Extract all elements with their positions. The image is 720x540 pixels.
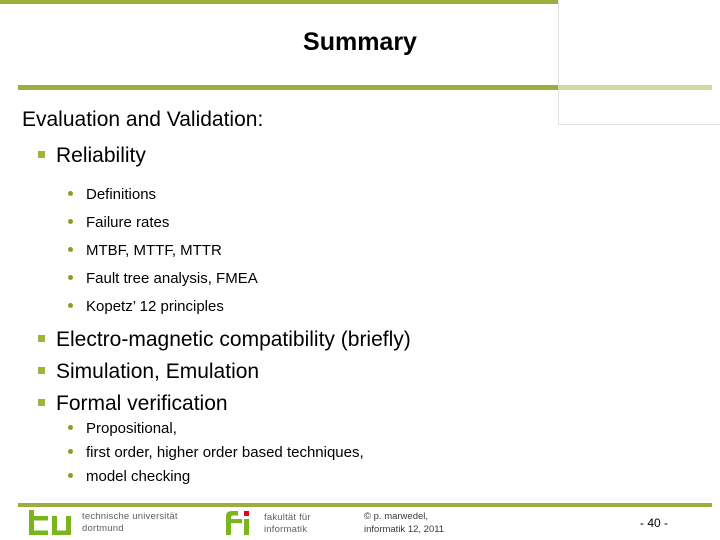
dot-bullet-icon (68, 274, 73, 280)
title-divider-light (558, 85, 712, 90)
square-bullet-icon (38, 366, 45, 374)
fi-logo-line2: informatik (264, 524, 308, 535)
bullet-level1: Formal verification (38, 392, 228, 416)
intro-line: Evaluation and Validation: (22, 108, 264, 131)
bullet-level2: Failure rates (68, 214, 169, 231)
title-divider (18, 85, 558, 90)
slide-body: Evaluation and Validation: Reliability D… (0, 108, 720, 488)
bullet-level1: Reliability (38, 144, 146, 168)
page-title: Summary (303, 28, 417, 56)
bullet-level2: Kopetz’ 12 principles (68, 298, 224, 315)
dot-bullet-icon (68, 448, 73, 454)
copyright-line2: informatik 12, 2011 (364, 524, 445, 535)
dot-bullet-icon (68, 190, 73, 196)
square-bullet-icon (38, 398, 45, 406)
dot-bullet-icon (68, 302, 73, 308)
footer-divider (18, 503, 712, 507)
tu-logo-line1: technische universität (82, 511, 178, 522)
bullet-level2-label: Failure rates (86, 214, 170, 231)
dot-bullet-icon (68, 424, 73, 430)
tu-logo-line2: dortmund (82, 523, 124, 534)
bullet-level2: Definitions (68, 186, 156, 203)
bullet-level2: Propositional, (68, 420, 177, 437)
bullet-level1-label: Simulation, Emulation (56, 360, 260, 383)
bullet-level2: first order, higher order based techniqu… (68, 444, 364, 461)
fi-wordmark-icon (226, 511, 249, 535)
bullet-level2-label: Definitions (86, 186, 157, 203)
tu-dortmund-logo: technische universität dortmund (28, 510, 208, 538)
bullet-level2-label: Propositional, (86, 420, 177, 437)
fi-logo-line1: fakultät für (264, 512, 311, 523)
dot-bullet-icon (68, 246, 73, 252)
bullet-level1-label: Reliability (56, 144, 146, 167)
dot-bullet-icon (68, 218, 73, 224)
square-bullet-icon (38, 334, 45, 342)
page-number: - 40 - (640, 516, 669, 530)
bullet-level1-label: Electro-magnetic compatibility (briefly) (56, 328, 411, 351)
slide-canvas: Summary Evaluation and Validation: Relia… (0, 0, 720, 540)
bullet-level2: MTBF, MTTF, MTTR (68, 242, 222, 259)
copyright-line1: © p. marwedel, (364, 511, 429, 522)
bullet-level2: model checking (68, 468, 190, 485)
copyright-block: © p. marwedel, informatik 12, 2011 (364, 510, 444, 536)
bullet-level2-label: Kopetz’ 12 principles (86, 298, 224, 315)
bullet-level2: Fault tree analysis, FMEA (68, 270, 258, 287)
fi-logo-text: fakultät für informatik (264, 512, 311, 536)
fakultaet-informatik-logo: fakultät für informatik (222, 510, 362, 538)
bullet-level2-label: model checking (86, 468, 191, 485)
bullet-level2-label: MTBF, MTTF, MTTR (86, 242, 222, 259)
tu-logo-text: technische universität dortmund (82, 511, 178, 535)
bullet-level1: Electro-magnetic compatibility (briefly) (38, 328, 411, 352)
square-bullet-icon (38, 150, 45, 158)
top-accent-bar (0, 0, 560, 4)
bullet-level1-label: Formal verification (56, 392, 228, 415)
bullet-level1: Simulation, Emulation (38, 360, 259, 384)
tu-wordmark-icon (29, 510, 71, 535)
header-corner-box (558, 0, 720, 125)
bullet-level2-label: first order, higher order based techniqu… (86, 444, 364, 461)
bullet-level2-label: Fault tree analysis, FMEA (86, 270, 258, 287)
dot-bullet-icon (68, 472, 73, 478)
